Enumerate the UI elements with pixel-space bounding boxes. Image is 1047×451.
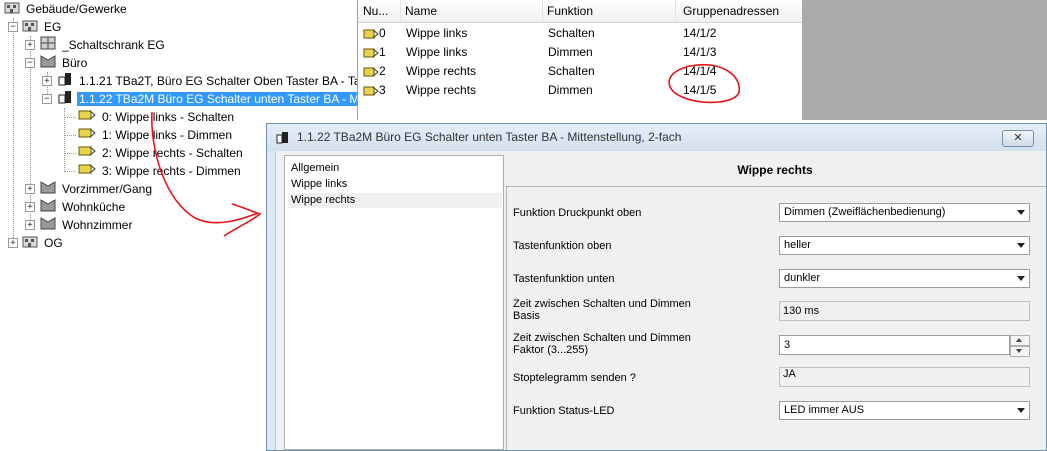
annotation-arrow-head [223,203,262,237]
annotation-circle [668,63,740,104]
annotation-overlay [151,63,740,237]
annotation-arrow [151,111,259,224]
